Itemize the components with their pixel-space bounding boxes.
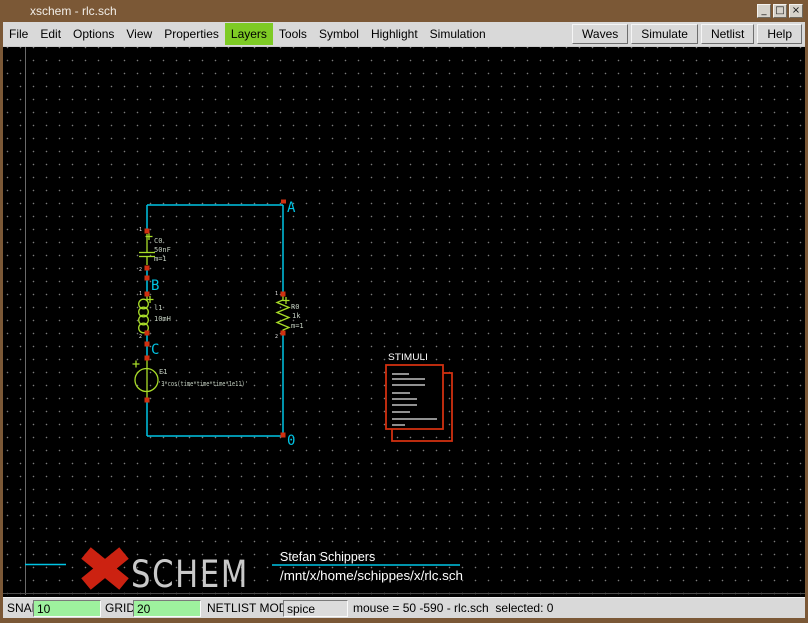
- menu-symbol[interactable]: Symbol: [313, 23, 365, 45]
- pin-number: 1: [139, 227, 142, 233]
- pin-number: 2: [275, 334, 278, 340]
- titlebar[interactable]: xschem - rlc.sch _ □ ×: [0, 0, 808, 22]
- menubar: File Edit Options View Properties Layers…: [3, 22, 805, 46]
- xschem-window: xschem - rlc.sch _ □ × File Edit Options…: [0, 0, 808, 623]
- pin-terminal[interactable]: [145, 398, 150, 403]
- pin-number: 2: [139, 334, 142, 340]
- pin-terminal[interactable]: [145, 292, 150, 297]
- label-pin[interactable]: [145, 342, 150, 347]
- pin-terminal[interactable]: [281, 292, 286, 297]
- xschem-logo-x-icon[interactable]: [86, 553, 124, 584]
- component-value[interactable]: 1k: [292, 312, 301, 320]
- plus-polarity-icon: [133, 361, 140, 368]
- close-button[interactable]: ×: [789, 4, 803, 18]
- mouse-status-text: mouse = 50 -590 - rlc.sch selected: 0: [353, 601, 553, 615]
- waves-button[interactable]: Waves: [572, 24, 628, 44]
- menu-properties[interactable]: Properties: [158, 23, 225, 45]
- pin-terminal[interactable]: [145, 331, 150, 336]
- pin-terminal[interactable]: [281, 331, 286, 336]
- statusbar: SNAP: GRID: NETLIST MODE: mouse = 50 -59…: [3, 597, 805, 618]
- pin-terminal[interactable]: [145, 266, 150, 271]
- resistor-zigzag[interactable]: [277, 296, 289, 333]
- component-value[interactable]: 50nF: [154, 246, 171, 254]
- component-value[interactable]: 10mH: [154, 315, 171, 323]
- grid-input[interactable]: [133, 600, 201, 617]
- resistor-r0[interactable]: 1 2 R0 1k m=1: [275, 291, 304, 340]
- component-ref[interactable]: C0: [154, 237, 162, 245]
- label-pin[interactable]: [281, 200, 286, 204]
- component-ref[interactable]: l1: [154, 304, 162, 312]
- maximize-icon: □: [775, 5, 784, 16]
- author-name[interactable]: Stefan Schippers: [280, 550, 375, 564]
- menu-file[interactable]: File: [3, 23, 34, 45]
- capacitor-c0[interactable]: 1 2 C0 50nF m=1: [139, 227, 171, 273]
- title-block[interactable]: SCHEM Stefan Schippers /mnt/x/home/schip…: [25, 550, 463, 596]
- schematic-drawing: 1 2 C0 50nF m=1 1 2: [3, 47, 805, 598]
- stimuli-label[interactable]: STIMULI: [388, 352, 428, 362]
- netlist-button[interactable]: Netlist: [701, 24, 754, 44]
- net-label-b[interactable]: B: [151, 278, 159, 294]
- menu-options[interactable]: Options: [67, 23, 120, 45]
- component-ref[interactable]: E1: [159, 368, 167, 376]
- window-controls: _ □ ×: [757, 4, 803, 18]
- help-button[interactable]: Help: [757, 24, 802, 44]
- netlist-mode-input[interactable]: [283, 600, 348, 617]
- net-label-gnd[interactable]: 0: [287, 433, 295, 449]
- pin-number: 2: [139, 267, 142, 273]
- stimuli-block[interactable]: STIMULI: [386, 352, 452, 441]
- close-icon: ×: [792, 5, 800, 16]
- window-border-bottom: [0, 618, 808, 623]
- net-labels: A B C 0: [145, 200, 297, 450]
- window-title: xschem - rlc.sch: [30, 0, 117, 22]
- label-pin[interactable]: [145, 276, 150, 281]
- schematic-canvas[interactable]: 1 2 C0 50nF m=1 1 2: [3, 46, 805, 597]
- pin-number: 1: [275, 291, 278, 297]
- menu-view[interactable]: View: [120, 23, 158, 45]
- minimize-icon: _: [762, 5, 767, 16]
- net-label-c[interactable]: C: [151, 342, 159, 358]
- component-mult[interactable]: m=1: [154, 255, 167, 263]
- label-pin[interactable]: [281, 433, 286, 438]
- menu-highlight[interactable]: Highlight: [365, 23, 424, 45]
- menu-simulation[interactable]: Simulation: [424, 23, 492, 45]
- menu-layers[interactable]: Layers: [225, 23, 273, 45]
- component-ref[interactable]: R0: [291, 303, 299, 311]
- pin-number: 1: [139, 291, 142, 297]
- component-mult[interactable]: m=1: [291, 322, 304, 330]
- pin-terminal[interactable]: [145, 229, 150, 234]
- xschem-logo-text[interactable]: SCHEM: [131, 553, 249, 596]
- menu-edit[interactable]: Edit: [34, 23, 67, 45]
- source-e1[interactable]: E1 '3*cos(time*time*time*1e11)': [133, 356, 249, 403]
- maximize-button[interactable]: □: [773, 4, 787, 18]
- snap-input[interactable]: [33, 600, 101, 617]
- net-label-a[interactable]: A: [287, 200, 296, 216]
- simulate-button[interactable]: Simulate: [631, 24, 698, 44]
- minimize-button[interactable]: _: [757, 4, 771, 18]
- menu-tools[interactable]: Tools: [273, 23, 313, 45]
- inductor-l1[interactable]: 1 2 l1 10mH: [139, 291, 171, 340]
- component-value[interactable]: '3*cos(time*time*time*1e11)': [158, 380, 248, 388]
- schematic-file-path[interactable]: /mnt/x/home/schippes/x/rlc.sch: [280, 569, 463, 583]
- pin-terminal[interactable]: [145, 356, 150, 361]
